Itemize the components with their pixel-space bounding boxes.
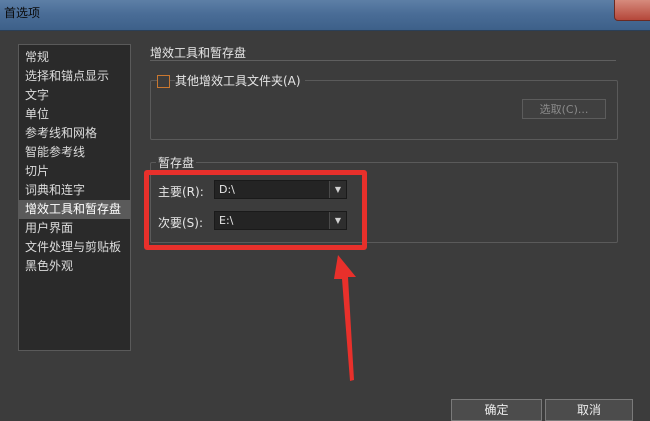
sidebar-item-plugins-scratch[interactable]: 增效工具和暂存盘: [19, 200, 130, 219]
sidebar-item-file-clipboard[interactable]: 文件处理与剪贴板: [19, 238, 130, 257]
window-title: 首选项: [4, 6, 41, 20]
ok-button[interactable]: 确定: [451, 399, 542, 421]
red-arrow-icon: [334, 255, 356, 381]
plugins-folder-checkbox[interactable]: [157, 75, 170, 88]
section-divider: [150, 60, 616, 61]
annotation-highlight-box: [144, 170, 367, 250]
sidebar-item-hyphenation[interactable]: 词典和连字: [19, 181, 130, 200]
sidebar-item-selection-anchor[interactable]: 选择和锚点显示: [19, 67, 130, 86]
section-title: 增效工具和暂存盘: [150, 46, 247, 60]
sidebar-item-user-interface[interactable]: 用户界面: [19, 219, 130, 238]
sidebar-item-black-appearance[interactable]: 黑色外观: [19, 257, 130, 276]
sidebar-item-type[interactable]: 文字: [19, 86, 130, 105]
sidebar-item-units[interactable]: 单位: [19, 105, 130, 124]
cancel-button[interactable]: 取消: [545, 399, 633, 421]
scratch-disk-group-label: 暂存盘: [156, 154, 197, 171]
title-bar: 首选项: [0, 0, 650, 31]
choose-folder-button[interactable]: 选取(C)...: [522, 99, 606, 119]
window-close-button[interactable]: [614, 0, 650, 21]
sidebar-item-smart-guides[interactable]: 智能参考线: [19, 143, 130, 162]
sidebar-item-guides-grid[interactable]: 参考线和网格: [19, 124, 130, 143]
category-list[interactable]: 常规 选择和锚点显示 文字 单位 参考线和网格 智能参考线 切片 词典和连字 增…: [18, 44, 131, 351]
sidebar-item-slices[interactable]: 切片: [19, 162, 130, 181]
sidebar-item-general[interactable]: 常规: [19, 48, 130, 67]
plugins-folder-label[interactable]: 其他增效工具文件夹(A): [175, 72, 305, 89]
